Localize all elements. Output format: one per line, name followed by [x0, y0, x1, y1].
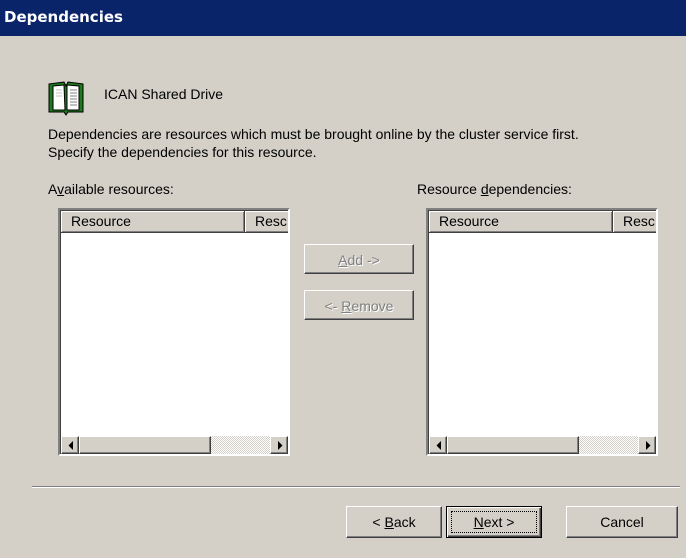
- scroll-thumb[interactable]: [79, 436, 211, 454]
- description-line-1: Dependencies are resources which must be…: [48, 126, 579, 142]
- book-icon: [46, 78, 86, 116]
- resource-dependencies-label: Resource dependencies:: [417, 181, 572, 197]
- horizontal-scrollbar[interactable]: [61, 436, 288, 454]
- remove-button[interactable]: <- Remove: [304, 290, 414, 320]
- resource-name: ICAN Shared Drive: [104, 86, 224, 102]
- available-resources-list[interactable]: Resource Resc: [58, 208, 290, 456]
- divider: [32, 486, 680, 488]
- column-header-resc[interactable]: Resc: [613, 211, 656, 233]
- horizontal-scrollbar[interactable]: [429, 436, 656, 454]
- scroll-right-button[interactable]: [638, 436, 656, 454]
- scroll-track[interactable]: [579, 436, 639, 454]
- scroll-track[interactable]: [211, 436, 271, 454]
- scroll-thumb[interactable]: [447, 436, 579, 454]
- window-title: Dependencies: [4, 8, 123, 26]
- column-header-resc[interactable]: Resc: [245, 211, 288, 233]
- title-bar: Dependencies: [0, 0, 686, 36]
- scroll-left-button[interactable]: [429, 436, 447, 454]
- add-button[interactable]: Add ->: [304, 244, 414, 274]
- column-header-resource[interactable]: Resource: [429, 211, 613, 233]
- scroll-right-button[interactable]: [270, 436, 288, 454]
- next-button[interactable]: Next >: [446, 506, 542, 538]
- resource-dependencies-list[interactable]: Resource Resc: [426, 208, 658, 456]
- cancel-button[interactable]: Cancel: [566, 506, 678, 538]
- description-line-2: Specify the dependencies for this resour…: [48, 144, 317, 160]
- column-header-resource[interactable]: Resource: [61, 211, 245, 233]
- scroll-left-button[interactable]: [61, 436, 79, 454]
- available-resources-label: Available resources:: [48, 181, 174, 197]
- back-button[interactable]: < Back: [346, 506, 442, 538]
